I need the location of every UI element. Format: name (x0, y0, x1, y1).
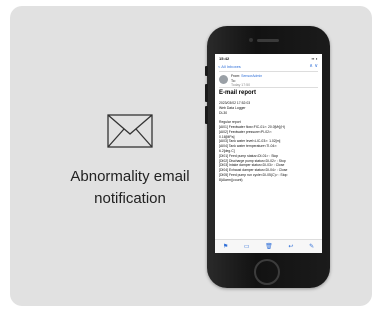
email-subject: E-mail report (219, 90, 257, 96)
message-nav-arrows[interactable]: ∧ ∨ (309, 63, 318, 69)
phone-screen: 15:42 ▪▪ ◗ < All Inboxes ∧ ∨ From: Senso… (215, 54, 322, 253)
feature-card: Abnormality email notification 15:42 ▪▪ … (10, 6, 372, 306)
divider (219, 87, 318, 88)
caption-line-2: notification (94, 190, 166, 207)
caption-line-1: Abnormality email (70, 168, 190, 185)
front-camera (249, 38, 253, 42)
folder-icon[interactable]: ▭ (244, 243, 250, 250)
divider (219, 71, 318, 72)
back-to-inboxes-link[interactable]: < All Inboxes (218, 64, 241, 69)
mute-switch (205, 66, 208, 76)
sender-name[interactable]: SensorAdmin (241, 74, 262, 78)
volume-down-button (205, 106, 208, 124)
envelope-icon (107, 114, 153, 148)
volume-up-button (205, 84, 208, 102)
status-icons: ▪▪ ◗ (311, 56, 318, 61)
compose-icon[interactable]: ✎ (309, 243, 314, 250)
to-label: To: (231, 78, 236, 83)
smartphone: 15:42 ▪▪ ◗ < All Inboxes ∧ ∨ From: Senso… (205, 26, 330, 288)
trash-icon[interactable]: 🗑 (265, 243, 273, 250)
mail-toolbar: ⚑ ▭ 🗑 ↩ ✎ (215, 239, 322, 253)
status-time: 15:42 (219, 56, 230, 61)
from-label: From: (231, 74, 241, 78)
email-body-line: 8(Alarm)(count) (219, 177, 243, 182)
flag-icon[interactable]: ⚑ (223, 243, 228, 250)
avatar (219, 75, 228, 84)
home-button[interactable] (254, 259, 280, 285)
email-body: 2023/03/02 17:52:03 Web Data Logger DL30 R… (219, 101, 319, 183)
message-header: From: SensorAdmin To: Today 17:50 (231, 74, 317, 88)
earpiece-speaker (257, 39, 279, 42)
reply-icon[interactable]: ↩ (288, 243, 293, 250)
